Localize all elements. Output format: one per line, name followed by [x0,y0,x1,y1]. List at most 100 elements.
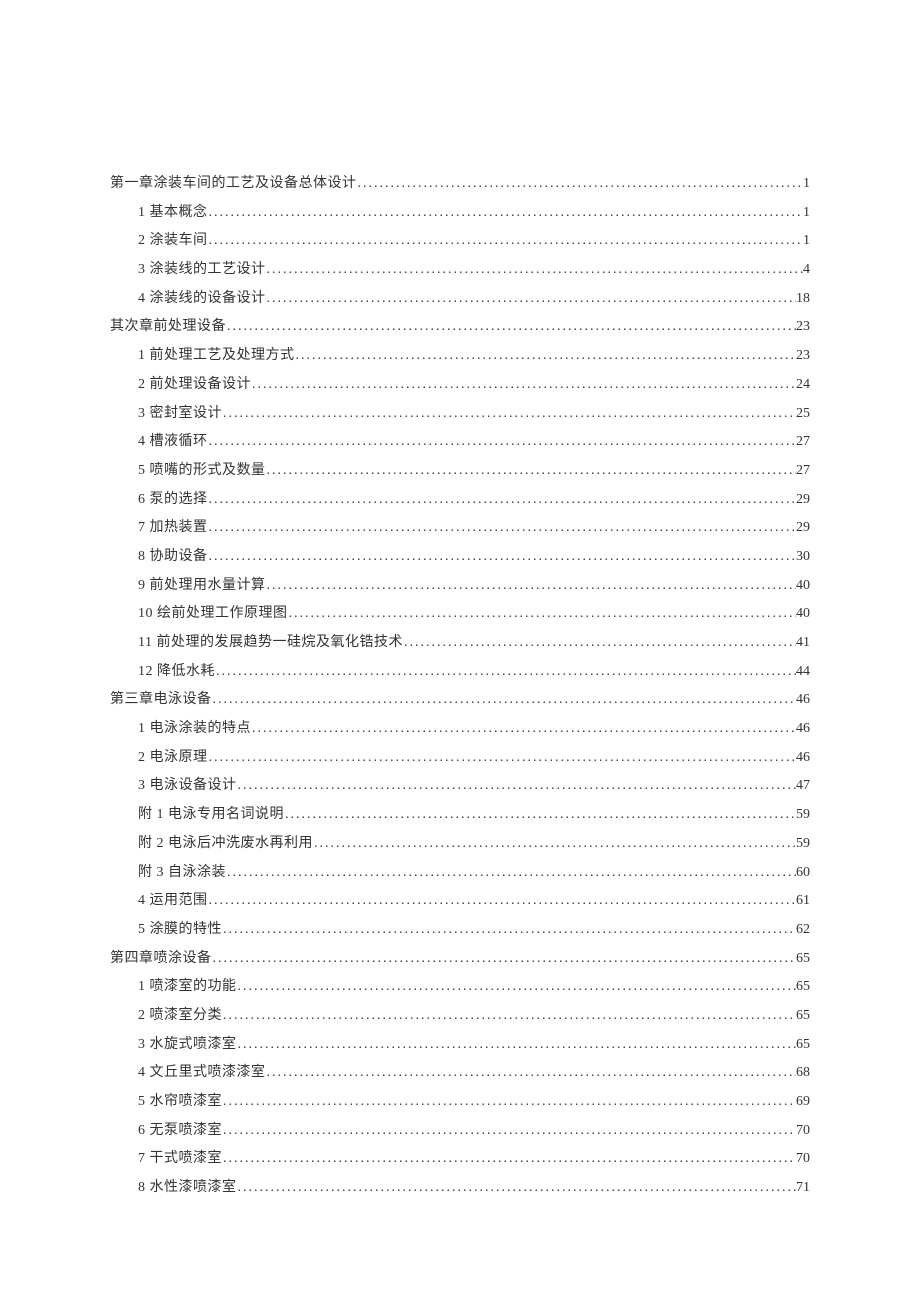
toc-entry-page: 1 [803,170,810,199]
toc-entry-page: 29 [796,486,810,515]
toc-leader-dots [288,600,797,629]
toc-leader-dots [284,801,796,830]
toc-leader-dots [208,543,797,572]
toc-entry: 1 前处理工艺及处理方式23 [110,342,810,371]
toc-entry-page: 46 [796,686,810,715]
toc-entry-page: 29 [796,514,810,543]
toc-entry: 10 绘前处理工作原理图40 [110,600,810,629]
toc-leader-dots [295,342,797,371]
toc-leader-dots [266,1059,797,1088]
toc-entry: 3 涂装线的工艺设计4 [110,256,810,285]
toc-entry-title: 3 水旋式喷漆室 [138,1031,237,1060]
toc-entry-page: 1 [803,199,810,228]
toc-entry: 第一章涂装车间的工艺及设备总体设计 1 [110,170,810,199]
toc-entry: 3 密封室设计25 [110,400,810,429]
toc-leader-dots [222,1145,796,1174]
toc-entry-title: 4 文丘里式喷漆漆室 [138,1059,266,1088]
toc-leader-dots [226,859,796,888]
toc-entry: 5 水帘喷漆室 69 [110,1088,810,1117]
toc-entry-title: 1 基本概念 [138,199,208,228]
toc-entry-page: 70 [796,1117,810,1146]
toc-leader-dots [222,400,796,429]
toc-entry: 4 槽液循环27 [110,428,810,457]
toc-leader-dots [237,1174,797,1203]
toc-leader-dots [222,1088,796,1117]
toc-entry: 附 1 电泳专用名词说明59 [110,801,810,830]
toc-entry-page: 71 [796,1174,810,1203]
toc-entry: 4 涂装线的设备设计 18 [110,285,810,314]
toc-leader-dots [226,313,796,342]
toc-entry: 5 涂膜的特性 62 [110,916,810,945]
toc-entry: 8 水性漆喷漆室 71 [110,1174,810,1203]
toc-entry: 6 无泵喷漆室70 [110,1117,810,1146]
toc-entry: 3 电泳设备设计47 [110,772,810,801]
table-of-contents: 第一章涂装车间的工艺及设备总体设计11 基本概念12 涂装车间13 涂装线的工艺… [110,170,810,1203]
toc-entry-page: 65 [796,1031,810,1060]
toc-entry-page: 46 [796,715,810,744]
toc-leader-dots [403,629,796,658]
toc-entry-title: 8 水性漆喷漆室 [138,1174,237,1203]
toc-entry-title: 4 槽液循环 [138,428,208,457]
toc-entry-title: 2 涂装车间 [138,227,208,256]
toc-entry: 4 运用范围 61 [110,887,810,916]
toc-entry: 5 喷嘴的形式及数量 27 [110,457,810,486]
toc-entry: 12 降低水耗 44 [110,658,810,687]
toc-entry-title: 1 喷漆室的功能 [138,973,237,1002]
toc-leader-dots [222,1117,796,1146]
toc-entry-page: 44 [796,658,810,687]
toc-leader-dots [222,916,796,945]
toc-entry-title: 5 喷嘴的形式及数量 [138,457,266,486]
toc-leader-dots [208,744,797,773]
toc-entry-title: 附 3 自泳涂装 [138,859,226,888]
toc-entry: 11 前处理的发展趋势一硅烷及氧化锆技术41 [110,629,810,658]
toc-entry-title: 3 电泳设备设计 [138,772,237,801]
toc-entry-page: 62 [796,916,810,945]
toc-entry-title: 12 降低水耗 [138,658,215,687]
toc-leader-dots [266,256,804,285]
toc-entry-page: 68 [796,1059,810,1088]
toc-entry-title: 2 电泳原理 [138,744,208,773]
toc-entry-title: 4 涂装线的设备设计 [138,285,266,314]
toc-entry-page: 59 [796,830,810,859]
toc-entry-title: 7 加热装置 [138,514,208,543]
toc-entry-title: 第一章涂装车间的工艺及设备总体设计 [110,170,357,199]
toc-entry-page: 65 [796,973,810,1002]
toc-entry-page: 61 [796,887,810,916]
toc-leader-dots [212,686,797,715]
toc-entry-title: 2 前处理设备设计 [138,371,251,400]
toc-entry: 7 干式喷漆室70 [110,1145,810,1174]
toc-entry-page: 40 [796,572,810,601]
toc-entry-page: 65 [796,1002,810,1031]
toc-entry: 附 3 自泳涂装 60 [110,859,810,888]
toc-entry: 2 喷漆室分类65 [110,1002,810,1031]
toc-leader-dots [313,830,796,859]
toc-entry-title: 4 运用范围 [138,887,208,916]
toc-entry-title: 5 涂膜的特性 [138,916,222,945]
toc-entry-page: 69 [796,1088,810,1117]
toc-entry-page: 30 [796,543,810,572]
toc-entry: 其次章前处理设备23 [110,313,810,342]
toc-entry-page: 60 [796,859,810,888]
toc-entry-page: 18 [796,285,810,314]
toc-entry-title: 9 前处理用水量计算 [138,572,266,601]
toc-entry-title: 6 泵的选择 [138,486,208,515]
toc-entry-page: 1 [803,227,810,256]
toc-entry-title: 第四章喷涂设备 [110,945,212,974]
toc-entry-page: 23 [796,342,810,371]
toc-entry: 2 电泳原理46 [110,744,810,773]
toc-leader-dots [237,973,797,1002]
toc-leader-dots [222,1002,796,1031]
toc-entry: 第三章电泳设备 46 [110,686,810,715]
toc-entry-title: 7 干式喷漆室 [138,1145,222,1174]
toc-entry-title: 附 2 电泳后冲洗废水再利用 [138,830,313,859]
toc-entry-page: 27 [796,457,810,486]
toc-entry: 3 水旋式喷漆室 65 [110,1031,810,1060]
toc-entry-page: 40 [796,600,810,629]
toc-entry-title: 5 水帘喷漆室 [138,1088,222,1117]
toc-entry: 9 前处理用水量计算 40 [110,572,810,601]
toc-entry-title: 第三章电泳设备 [110,686,212,715]
toc-leader-dots [251,715,796,744]
toc-entry-page: 4 [803,256,810,285]
toc-leader-dots [266,572,797,601]
toc-leader-dots [237,1031,797,1060]
